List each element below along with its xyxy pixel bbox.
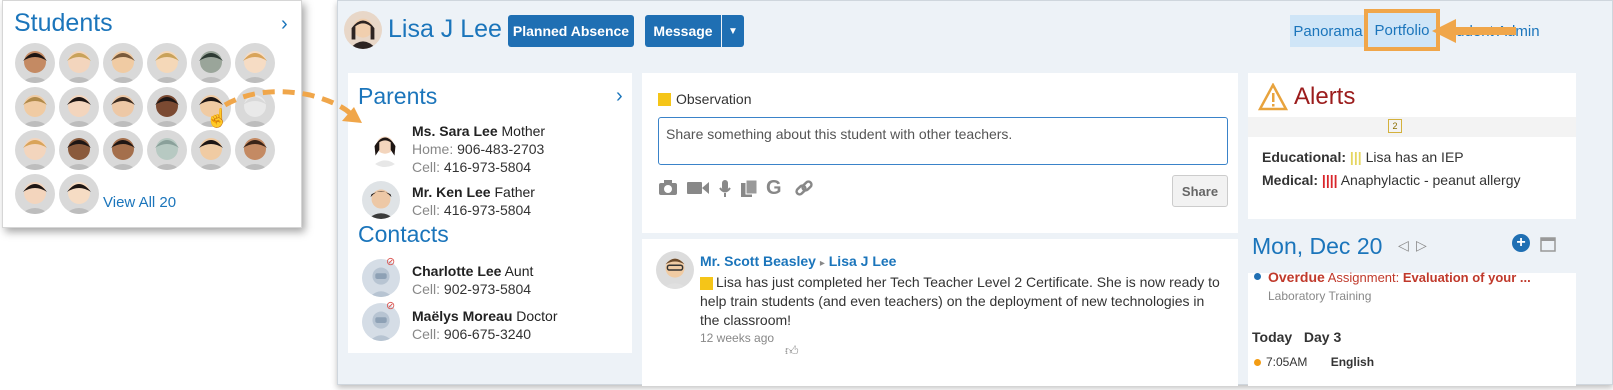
share-button[interactable]: Share [1172,175,1228,207]
student-name: Lisa J Lee [388,15,502,43]
copy-documents-icon[interactable] [740,179,758,203]
hand-cursor-icon: ☝ [206,108,229,128]
camera-icon[interactable] [658,179,678,201]
educational-alert: Educational: ||| Lisa has an IEP [1262,149,1464,165]
student-avatar[interactable] [15,43,55,83]
calendar-icon[interactable] [1540,235,1556,257]
annotation-arrow [223,89,362,123]
day-schedule-panel: Mon, Dec 20 ◁ ▷ + Overdue Assignment: Ev… [1248,225,1576,386]
post-timestamp: 12 weeks ago [700,331,775,345]
student-avatar[interactable] [147,87,187,127]
medical-alert: Medical: |||| Anaphylactic - peanut alle… [1262,172,1521,188]
student-link[interactable]: Lisa J Lee [829,253,897,269]
author-avatar [656,251,694,289]
contacts-title: Contacts [358,221,449,247]
student-avatar [344,11,382,49]
post-body: Lisa has just completed her Tech Teacher… [700,274,1220,328]
student-avatar[interactable] [235,130,275,170]
student-avatar[interactable] [191,43,231,83]
warning-icon [1257,82,1289,116]
student-avatar[interactable] [103,43,143,83]
no-access-icon: ⊘ [386,256,396,268]
chevron-right-icon[interactable]: › [616,85,623,108]
next-day-icon[interactable]: ▷ [1416,237,1427,254]
observation-panel: Observation Share something about this s… [642,73,1238,233]
video-icon[interactable] [686,179,710,201]
contact-cell-phone: Cell: 902-973-5804 [412,281,532,297]
view-all-students-link[interactable]: View All 20 [103,194,176,211]
tab-portfolio[interactable]: Portfolio [1364,9,1440,51]
student-avatar[interactable] [15,130,55,170]
student-avatar[interactable] [147,130,187,170]
schedule-item[interactable]: 7:05AM English [1266,355,1374,369]
chevron-right-icon[interactable]: › [281,13,288,36]
no-access-icon: ⊘ [386,300,396,312]
student-avatar[interactable] [59,43,99,83]
contact-name-line: Maëlys Moreau Doctor [412,308,558,324]
parent-name-line: Mr. Ken Lee Father [412,184,535,200]
calendar-icon: 2 [1388,119,1402,133]
add-event-icon[interactable]: + [1512,234,1530,252]
student-avatar[interactable] [103,130,143,170]
parent-name-line: Ms. Sara Lee Mother [412,123,546,139]
alerts-title: Alerts [1294,83,1356,110]
student-avatar[interactable] [235,43,275,83]
google-icon[interactable]: G [766,177,782,200]
overdue-dot-icon [1254,273,1261,280]
planned-absence-button[interactable]: Planned Absence [508,15,634,47]
student-avatar[interactable] [191,130,231,170]
sticky-note-icon [658,93,671,106]
author-link[interactable]: Mr. Scott Beasley [700,253,816,269]
overdue-course: Laboratory Training [1268,289,1372,303]
feed-post: Mr. Scott Beasley ▸ Lisa J Lee Lisa has … [642,239,1238,386]
alerts-date-strip: 2 [1248,117,1576,137]
student-avatar[interactable] [59,174,99,214]
students-title: Students [14,9,113,37]
annotation-arrow [1432,19,1516,43]
student-avatar[interactable] [103,87,143,127]
tab-panorama[interactable]: Panorama [1290,15,1366,47]
overdue-assignment[interactable]: Overdue Assignment: Evaluation of your .… [1268,269,1531,285]
contact-name-line: Charlotte Lee Aunt [412,263,534,279]
parent-home-phone: Home: 906-483-2703 [412,141,545,157]
message-button[interactable]: Message [645,15,721,47]
student-avatar[interactable] [15,87,55,127]
chevron-down-icon[interactable]: ▼ [722,15,744,47]
student-avatar[interactable] [59,87,99,127]
contact-cell-phone: Cell: 906-675-3240 [412,326,532,342]
student-avatar[interactable] [15,174,55,214]
parent-photo [366,129,404,167]
today-label: Today Day 3 [1252,329,1342,345]
parent-cell-phone: Cell: 416-973-5804 [412,202,532,218]
schedule-dot-icon [1254,359,1261,366]
day-title: Mon, Dec 20 [1252,233,1383,259]
arrow-right-icon: ▸ [819,258,825,269]
observation-label: Observation [676,91,752,107]
alerts-panel: Alerts 2 Educational: ||| Lisa has an IE… [1248,73,1576,219]
link-icon[interactable] [794,179,814,203]
observation-input[interactable]: Share something about this student with … [658,117,1228,165]
student-profile-window: Lisa J Lee Planned Absence Message ▼ Pan… [337,0,1613,386]
microphone-icon[interactable] [718,179,732,203]
parent-photo [362,181,400,219]
previous-day-icon[interactable]: ◁ [1398,237,1409,254]
thumbs-up-icon[interactable]: 👍︎ [785,343,799,359]
student-avatar[interactable] [59,130,99,170]
student-avatar[interactable] [147,43,187,83]
parent-cell-phone: Cell: 416-973-5804 [412,159,532,175]
parents-contacts-panel: Parents › Ms. Sara Lee Mother Home: 906-… [348,73,632,353]
post-author-line: Mr. Scott Beasley ▸ Lisa J Lee [700,253,896,269]
